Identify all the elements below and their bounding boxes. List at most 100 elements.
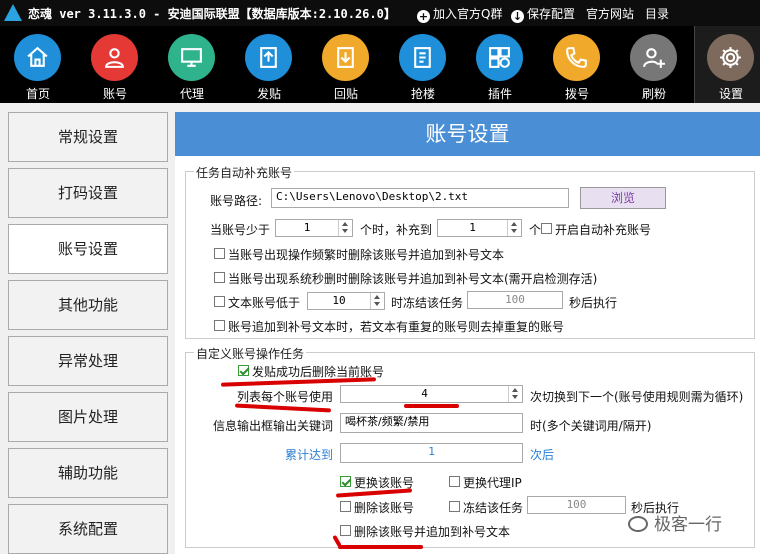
keyword-input[interactable]: 喝杯茶/频繁/禁用: [340, 413, 523, 433]
monitor-icon: [168, 34, 215, 81]
toolbar-post-label: 发贴: [256, 87, 281, 101]
red-underline-mark: [404, 404, 459, 408]
toolbar-grab-floor-button[interactable]: 抢楼: [387, 32, 459, 102]
user-icon: [91, 34, 138, 81]
dedupe-checkbox[interactable]: [214, 320, 225, 331]
toolbar-home-label: 首页: [25, 87, 50, 101]
delete-after-post-checkbox[interactable]: [238, 365, 249, 376]
toolbar-fans-button[interactable]: 刷粉: [618, 32, 690, 102]
unit-label: 个: [529, 223, 542, 237]
auto-fill-label: 开启自动补充账号: [555, 223, 652, 237]
toolbar-plugin-label: 插件: [487, 87, 512, 101]
keyword-label: 信息输出框输出关键词: [213, 419, 334, 433]
toolbar-plugin-button[interactable]: 插件: [464, 32, 536, 102]
sidebar-item-image[interactable]: 图片处理: [8, 392, 168, 442]
down-arrow-circle-icon: ↓: [511, 10, 524, 23]
toolbar-reply-button[interactable]: 回贴: [310, 32, 382, 102]
spin-arrows-icon[interactable]: [338, 220, 352, 236]
toolbar-settings-button[interactable]: 设置: [694, 26, 760, 103]
sidebar-item-exception[interactable]: 异常处理: [8, 336, 168, 386]
system-delete-checkbox[interactable]: [214, 272, 225, 283]
save-config-link[interactable]: ↓ 保存配置: [511, 5, 575, 23]
frequent-op-checkbox[interactable]: [214, 248, 225, 259]
official-site-link[interactable]: 官方网站: [586, 5, 634, 22]
toolbar-account-button[interactable]: 账号: [79, 32, 151, 102]
delete-append-label: 删除该账号并追加到补号文本: [354, 525, 511, 539]
toolbar-settings-label: 设置: [718, 87, 743, 101]
text-low-label: 文本账号低于: [228, 296, 301, 310]
delete-append-checkbox[interactable]: [340, 525, 351, 536]
sidebar-item-other[interactable]: 其他功能: [8, 280, 168, 330]
sidebar-item-system[interactable]: 系统配置: [8, 504, 168, 554]
toolbar-dial-button[interactable]: 拨号: [541, 32, 613, 102]
account-settings-panel: 账号设置 任务自动补充账号 账号路径: C:\Users\Lenovo\Desk…: [175, 112, 760, 554]
toolbar-account-label: 账号: [102, 87, 127, 101]
per-account-stepper[interactable]: 4: [340, 385, 523, 403]
freeze-task-checkbox[interactable]: [449, 501, 460, 512]
text-low-value: 10: [332, 294, 346, 307]
accumulate-suffix: 次后: [530, 448, 555, 462]
freeze-task-seconds-input[interactable]: 100: [527, 496, 626, 514]
toolbar-grab-floor-label: 抢楼: [410, 87, 435, 101]
spin-arrows-icon[interactable]: [370, 293, 384, 309]
system-delete-label: 当账号出现系统秒删时删除该账号并追加到补号文本(需开启检测存活): [228, 272, 598, 286]
delete-account-label: 删除该账号: [354, 501, 415, 515]
watermark: 极客一行: [628, 510, 722, 535]
sidebar-item-account[interactable]: 账号设置: [8, 224, 168, 274]
add-user-icon: [630, 34, 677, 81]
less-than-stepper[interactable]: 1: [275, 219, 353, 237]
browse-button[interactable]: 浏览: [580, 187, 666, 209]
per-account-value: 4: [421, 387, 428, 400]
download-icon: [322, 34, 369, 81]
toolbar-dial-label: 拨号: [564, 87, 589, 101]
sidebar-item-auxiliary[interactable]: 辅助功能: [8, 448, 168, 498]
upload-icon: [245, 34, 292, 81]
window-title: 恋魂 ver 3.11.3.0 - 安迪国际联盟【数据库版本:2.10.26.0…: [28, 7, 396, 21]
freeze-task-label: 时冻结该任务: [391, 296, 464, 310]
auto-fill-checkbox[interactable]: [541, 223, 552, 234]
frequent-op-label: 当账号出现操作频繁时删除该账号并追加到补号文本: [228, 248, 505, 262]
toolbar-reply-label: 回贴: [333, 87, 358, 101]
less-than-label: 当账号少于: [210, 223, 271, 237]
page-title: 账号设置: [175, 112, 760, 156]
floor-icon: [399, 34, 446, 81]
per-account-suffix: 次切换到下一个(账号使用规则需为循环): [530, 390, 744, 404]
plus-circle-icon: +: [417, 10, 430, 23]
spin-arrows-icon[interactable]: [508, 386, 522, 402]
toolbar-fans-label: 刷粉: [641, 87, 666, 101]
change-account-checkbox[interactable]: [340, 476, 351, 487]
toolbar-post-button[interactable]: 发贴: [233, 32, 305, 102]
fill-to-stepper[interactable]: 1: [437, 219, 522, 237]
title-bar: 恋魂 ver 3.11.3.0 - 安迪国际联盟【数据库版本:2.10.26.0…: [0, 0, 760, 26]
account-path-label: 账号路径:: [210, 194, 263, 208]
join-qq-group-link[interactable]: + 加入官方Q群: [417, 5, 502, 23]
change-proxy-label: 更换代理IP: [463, 476, 522, 490]
main-toolbar: 首页 账号 代理 发贴 回贴 抢楼 插件 拨号 刷粉 设置: [0, 26, 760, 103]
text-low-stepper[interactable]: 10: [307, 292, 385, 310]
toolbar-home-button[interactable]: 首页: [2, 32, 74, 102]
directory-link[interactable]: 目录: [645, 5, 669, 22]
spin-arrows-icon[interactable]: [507, 220, 521, 236]
sidebar-item-captcha[interactable]: 打码设置: [8, 168, 168, 218]
text-low-checkbox[interactable]: [214, 296, 225, 307]
home-icon: [14, 34, 61, 81]
wechat-icon: [628, 516, 648, 532]
change-proxy-checkbox[interactable]: [449, 476, 460, 487]
freeze-seconds-input[interactable]: 100: [467, 291, 563, 309]
per-account-label: 列表每个账号使用: [237, 390, 334, 404]
freeze-task-label-2: 冻结该任务: [463, 501, 524, 515]
accumulate-label: 累计达到: [285, 448, 334, 462]
sidebar-item-general[interactable]: 常规设置: [8, 112, 168, 162]
fill-to-label: 个时，补充到: [360, 223, 433, 237]
toolbar-proxy-button[interactable]: 代理: [156, 32, 228, 102]
accumulate-input[interactable]: 1: [340, 443, 523, 463]
account-path-input[interactable]: C:\Users\Lenovo\Desktop\2.txt: [271, 188, 569, 208]
app-logo-icon: [4, 4, 22, 21]
dedupe-label: 账号追加到补号文本时，若文本有重复的账号则去掉重复的账号: [228, 320, 565, 334]
keyword-suffix: 时(多个关键词用/隔开): [530, 419, 652, 433]
less-than-value: 1: [303, 221, 311, 234]
delete-account-checkbox[interactable]: [340, 501, 351, 512]
gear-icon: [707, 34, 754, 81]
custom-task-group-title: 自定义账号操作任务: [194, 345, 307, 362]
phone-icon: [553, 34, 600, 81]
